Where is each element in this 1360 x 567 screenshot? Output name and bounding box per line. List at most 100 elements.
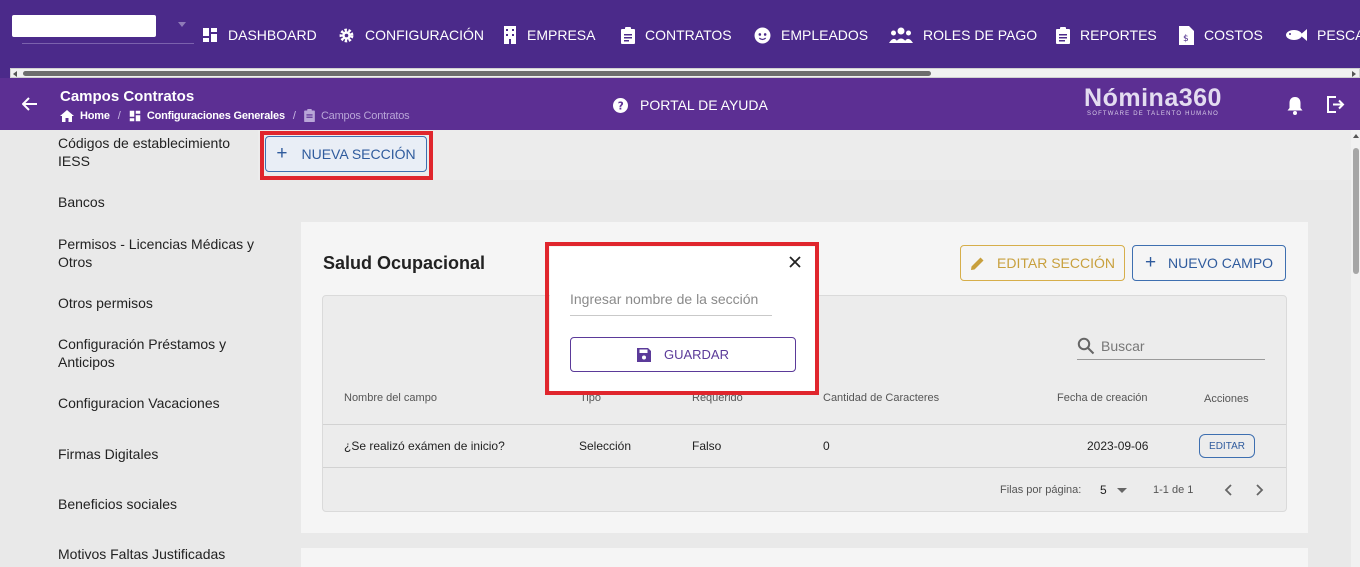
invoice-icon: $: [1179, 25, 1194, 45]
rows-per-page-select[interactable]: 5: [1100, 483, 1127, 497]
sidebar-item-prestamos-anticipos[interactable]: Configuración Préstamos y Anticipos: [58, 335, 258, 371]
top-navigation: DASHBOARD CONFIGURACIÓN EMPRESA CONTRATO…: [0, 0, 1360, 68]
breadcrumb-configuraciones[interactable]: Configuraciones Generales: [129, 110, 285, 122]
cell-fecha: 2023-09-06: [1087, 439, 1149, 453]
nav-item-label: EMPLEADOS: [781, 27, 869, 43]
scrollbar-corner: [0, 68, 10, 78]
sidebar-item-beneficios-sociales[interactable]: Beneficios sociales: [58, 495, 258, 513]
bell-icon[interactable]: [1286, 96, 1304, 115]
svg-text:$: $: [1183, 34, 1189, 44]
scrollbar-track[interactable]: [10, 68, 1360, 78]
vertical-scrollbar[interactable]: [1351, 130, 1360, 567]
page-title: Campos Contratos: [60, 88, 195, 105]
column-header[interactable]: Nombre del campo: [344, 392, 437, 404]
nav-item-costos[interactable]: $ COSTOS: [1179, 22, 1263, 48]
dashboard-icon: [203, 28, 217, 42]
edit-section-button[interactable]: EDITAR SECCIÓN: [960, 245, 1125, 281]
help-portal-label: PORTAL DE AYUDA: [640, 97, 768, 113]
help-portal-link[interactable]: ? PORTAL DE AYUDA: [613, 97, 768, 113]
chevron-down-icon: [1116, 487, 1127, 493]
nav-item-pesca[interactable]: PESCA: [1285, 22, 1360, 48]
rows-per-page-value: 5: [1100, 483, 1107, 497]
scrollbar-thumb[interactable]: [23, 71, 931, 76]
nav-item-configuracion[interactable]: CONFIGURACIÓN: [338, 22, 484, 48]
nav-item-empresa[interactable]: EMPRESA: [503, 22, 595, 48]
cell-cantidad: 0: [823, 439, 830, 453]
horizontal-scrollbar[interactable]: [10, 68, 1360, 78]
cell-tipo: Selección: [579, 439, 632, 453]
clipboard-icon: [621, 26, 635, 44]
nav-item-roles-de-pago[interactable]: ROLES DE PAGO: [889, 22, 1037, 48]
settings-sidebar: Códigos de establecimiento IESS Bancos P…: [0, 130, 258, 567]
gear-icon: [339, 28, 354, 42]
nav-item-label: DASHBOARD: [228, 27, 317, 43]
new-field-label: NUEVO CAMPO: [1168, 255, 1274, 271]
nav-item-empleados[interactable]: EMPLEADOS: [754, 22, 868, 48]
company-select-underline: [22, 43, 194, 44]
breadcrumb-separator: /: [292, 109, 296, 122]
users-icon: [889, 27, 913, 43]
column-header: Acciones: [1204, 393, 1249, 405]
new-field-button[interactable]: + NUEVO CAMPO: [1132, 245, 1286, 281]
edit-section-label: EDITAR SECCIÓN: [997, 255, 1115, 271]
breadcrumb-label: Configuraciones Generales: [146, 109, 285, 122]
scroll-up-arrow-icon[interactable]: [1353, 134, 1359, 138]
next-page-icon[interactable]: [1253, 483, 1265, 497]
section-title: Salud Ocupacional: [323, 253, 486, 273]
report-icon: [1056, 26, 1070, 44]
highlight-box: [545, 242, 819, 395]
pagination-range: 1-1 de 1: [1153, 484, 1194, 496]
company-select[interactable]: [12, 15, 194, 45]
home-icon: [60, 109, 74, 122]
fish-icon: [1286, 29, 1307, 41]
scroll-left-arrow-icon[interactable]: [13, 71, 17, 77]
column-header[interactable]: Cantidad de Caracteres: [823, 392, 939, 404]
search-placeholder: Buscar: [1101, 338, 1145, 354]
nav-item-label: REPORTES: [1080, 27, 1157, 43]
clipboard-icon: [304, 109, 315, 122]
section-card-next: [301, 548, 1308, 567]
help-icon: ?: [613, 97, 628, 113]
breadcrumb-separator: /: [117, 109, 121, 122]
breadcrumb-home[interactable]: Home: [60, 109, 110, 122]
back-arrow-icon[interactable]: [22, 96, 38, 112]
table-divider: [323, 467, 1286, 468]
nav-item-label: COSTOS: [1204, 27, 1263, 43]
breadcrumb: Home / Configuraciones Generales / Campo…: [60, 109, 410, 122]
building-icon: [504, 26, 516, 44]
face-icon: [754, 27, 771, 43]
nav-item-contratos[interactable]: CONTRATOS: [621, 22, 732, 48]
highlight-box: [260, 131, 433, 180]
sidebar-item-otros-permisos[interactable]: Otros permisos: [58, 294, 258, 312]
table-divider: [323, 424, 1286, 425]
edit-row-button[interactable]: EDITAR: [1199, 434, 1255, 458]
sidebar-item-faltas-justificadas[interactable]: Motivos Faltas Justificadas: [58, 545, 258, 563]
nav-item-label: CONTRATOS: [645, 27, 732, 43]
scroll-right-arrow-icon[interactable]: [1352, 71, 1356, 77]
sidebar-item-bancos[interactable]: Bancos: [58, 193, 258, 211]
nav-item-dashboard[interactable]: DASHBOARD: [202, 22, 317, 48]
sidebar-item-vacaciones[interactable]: Configuracion Vacaciones: [58, 394, 258, 412]
scrollbar-thumb[interactable]: [1353, 148, 1359, 274]
sidebar-item-codigos-iess[interactable]: Códigos de establecimiento IESS: [58, 134, 258, 170]
brand-logo: Nómina360 SOFTWARE DE TALENTO HUMANO: [1072, 85, 1234, 117]
logout-icon[interactable]: [1327, 96, 1345, 113]
breadcrumb-current: Campos Contratos: [304, 109, 410, 122]
logo-tagline: SOFTWARE DE TALENTO HUMANO: [1087, 111, 1219, 117]
search-input[interactable]: Buscar: [1077, 333, 1265, 360]
company-select-value[interactable]: [12, 15, 156, 37]
breadcrumb-label: Home: [80, 109, 110, 122]
page-header: Campos Contratos Home / Configuraciones …: [0, 78, 1360, 130]
sidebar-item-permisos-licencias[interactable]: Permisos - Licencias Médicas y Otros: [58, 235, 258, 271]
nav-item-label: PESCA: [1317, 27, 1360, 43]
pencil-icon: [971, 257, 984, 270]
svg-text:?: ?: [618, 100, 624, 112]
breadcrumb-label: Campos Contratos: [320, 109, 410, 122]
previous-page-icon[interactable]: [1223, 483, 1235, 497]
sidebar-item-firmas-digitales[interactable]: Firmas Digitales: [58, 445, 258, 463]
cell-requerido: Falso: [692, 439, 722, 453]
column-header[interactable]: Fecha de creación: [1057, 392, 1148, 404]
logo-text: Nómina360: [1084, 84, 1222, 112]
nav-item-label: CONFIGURACIÓN: [365, 27, 484, 43]
nav-item-reportes[interactable]: REPORTES: [1056, 22, 1157, 48]
